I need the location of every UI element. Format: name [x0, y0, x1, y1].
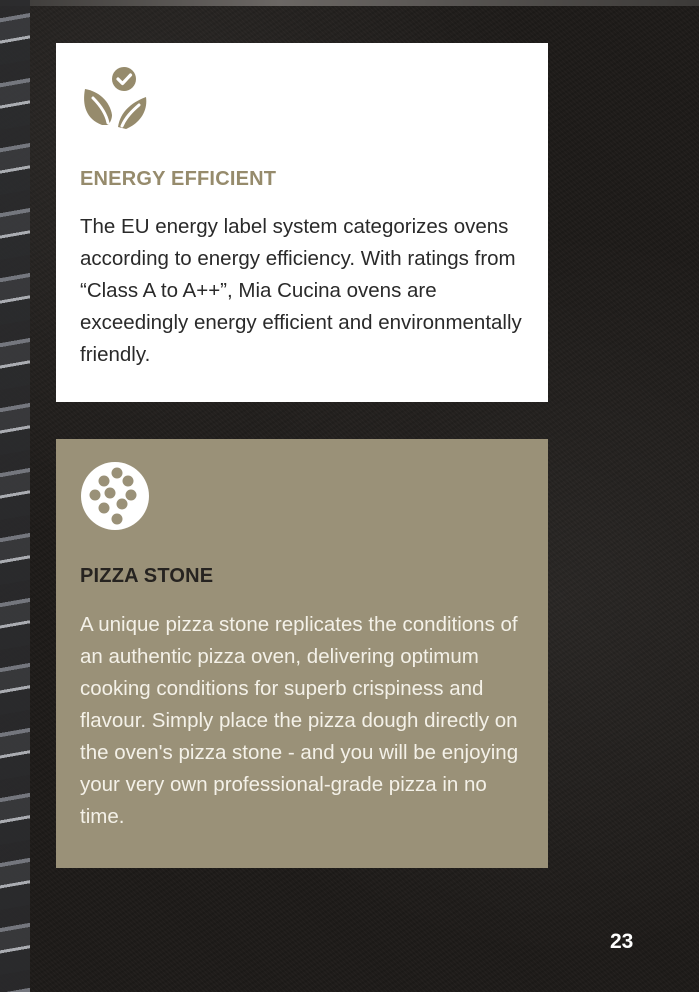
- energy-efficient-card: ENERGY EFFICIENT The EU energy label sys…: [56, 43, 548, 402]
- energy-efficient-title: ENERGY EFFICIENT: [80, 168, 277, 190]
- page-number: 23: [610, 930, 634, 953]
- pizza-stone-card: PIZZA STONE A unique pizza stone replica…: [56, 439, 548, 868]
- energy-efficient-text: The EU energy label system categorizes o…: [80, 215, 522, 366]
- oven-steel-edge: [0, 0, 30, 992]
- pizza-icon: [80, 461, 150, 531]
- pizza-stone-title: PIZZA STONE: [80, 565, 214, 587]
- top-edge-strip: [0, 0, 699, 6]
- pizza-stone-text: A unique pizza stone replicates the cond…: [80, 613, 519, 828]
- leaf-check-icon: [80, 65, 150, 135]
